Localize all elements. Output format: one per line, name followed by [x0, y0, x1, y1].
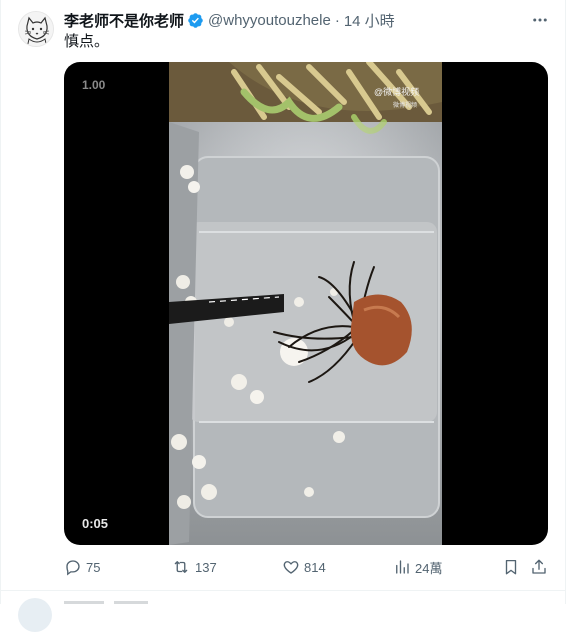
timeline-border-right: [565, 0, 566, 604]
views-chart-icon: [396, 560, 409, 574]
video-still-image: @微博视频 微博视频: [169, 62, 442, 545]
video-player[interactable]: @微博视频 微博视频 1.00 0:05: [64, 62, 548, 545]
tweet[interactable]: 李老师不是你老师 @whyyoutouzhele · 14 小時 慎点。 @微博…: [0, 0, 565, 596]
tweet-header: 李老师不是你老师 @whyyoutouzhele · 14 小時: [64, 10, 395, 30]
tweet-text: 慎点。: [64, 33, 110, 50]
reply-icon: [66, 560, 80, 576]
display-name[interactable]: 李老师不是你老师: [64, 10, 184, 31]
video-duration: 0:05: [82, 516, 109, 531]
share-icon: [532, 559, 546, 574]
view-count: 24萬: [415, 560, 443, 576]
reply-button[interactable]: 75: [64, 556, 100, 578]
tweet-divider: [0, 590, 566, 591]
bookmark-icon: [505, 559, 517, 575]
like-button[interactable]: 814: [282, 556, 326, 578]
cat-avatar-icon: [19, 12, 53, 46]
weibo-watermark: @微博视频: [374, 86, 419, 97]
tweet-actions: 75 137 814 24萬: [64, 556, 550, 578]
reply-count: 75: [86, 559, 101, 575]
views-button[interactable]: 24萬: [393, 556, 442, 578]
separator-dot: ·: [334, 11, 340, 29]
share-button[interactable]: [530, 556, 548, 578]
user-handle[interactable]: @whyyoutouzhele: [208, 12, 331, 29]
avatar[interactable]: [18, 11, 54, 47]
like-count: 814: [304, 559, 326, 575]
repost-icon: [174, 561, 188, 573]
verified-badge-icon: [188, 12, 203, 28]
repost-button[interactable]: 137: [171, 556, 217, 578]
bookmark-button[interactable]: [502, 556, 520, 578]
timestamp[interactable]: 14 小時: [344, 10, 395, 31]
more-horizontal-icon: [533, 18, 547, 22]
heart-icon: [283, 561, 299, 574]
next-tweet-avatar[interactable]: [18, 598, 52, 632]
repost-count: 137: [195, 559, 217, 575]
weibo-watermark-sub: 微博视频: [393, 101, 417, 109]
playback-rate: 1.00: [82, 78, 106, 92]
more-options-button[interactable]: [530, 10, 550, 30]
video-frame[interactable]: @微博视频 微博视频: [169, 62, 442, 545]
